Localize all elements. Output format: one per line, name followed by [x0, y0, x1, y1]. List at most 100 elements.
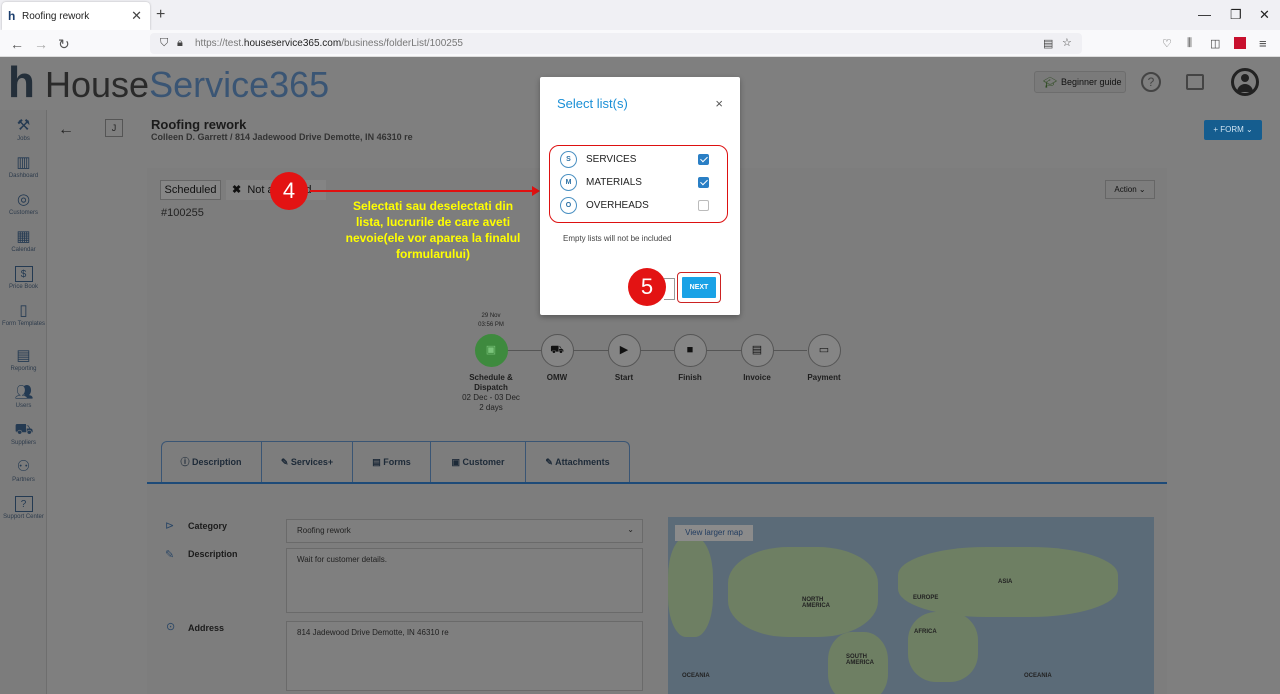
tab-label: Attachments [555, 457, 610, 467]
sidebar-item-suppliers[interactable]: ⛟ Suppliers [0, 422, 47, 447]
sidebar-item-price-book[interactable]: $ Price Book [0, 266, 47, 291]
address-label: Address [188, 623, 225, 633]
sidebar-toggle-icon[interactable]: ◫ [1210, 37, 1220, 50]
tab-customer[interactable]: ▣ Customer [431, 441, 526, 483]
sidebar-item-customers[interactable]: ◎ Customers [0, 192, 47, 217]
extension-icon[interactable] [1234, 37, 1246, 49]
bookmark-star-icon[interactable]: ☆ [1062, 36, 1072, 49]
sidebar-item-users[interactable]: 👥︎ Users [0, 385, 47, 410]
close-icon[interactable]: × [715, 96, 723, 111]
id-card-icon: ▣ [451, 457, 460, 467]
address-bar[interactable]: ⛉ 🔒︎ https://test.houseservice365.com/bu… [150, 33, 1082, 54]
close-tab-icon[interactable]: ✕ [131, 8, 142, 24]
step-date: 29 Nov [481, 313, 501, 319]
modal-title: Select list(s) [557, 96, 628, 111]
step-payment[interactable]: ▭ Payment [789, 334, 859, 383]
partners-icon: ⚇ [16, 458, 31, 475]
credit-card-icon: ▭ [807, 334, 841, 367]
beginner-guide-button[interactable]: 🎓︎ Beginner guide [1034, 71, 1126, 93]
description-label: Description [188, 549, 238, 559]
sidebar-item-label: Calendar [11, 247, 36, 253]
step-omw[interactable]: ⛟ OMW [522, 334, 592, 383]
step-label: Payment [807, 373, 841, 382]
sidebar-item-support-center[interactable]: ? Support Center [0, 496, 47, 521]
sidebar-item-calendar[interactable]: ▦ Calendar [0, 229, 47, 254]
job-subtitle: Colleen D. Garrett / 814 Jadewood Drive … [151, 132, 413, 142]
map-label: SOUTH AMERICA [846, 654, 874, 666]
materials-checkbox[interactable] [698, 177, 709, 188]
play-icon: ▶ [607, 334, 641, 367]
list-item-label: MATERIALS [586, 177, 642, 188]
sidebar-item-label: Dashboard [8, 173, 39, 179]
logo-text: HouseService365 [45, 64, 330, 105]
truck-icon: ⛟ [540, 334, 574, 367]
list-item-overheads[interactable]: O OVERHEADS [560, 197, 720, 215]
user-avatar-icon[interactable] [1231, 68, 1259, 96]
category-label: Category [188, 521, 228, 531]
browser-tab[interactable]: h Roofing rework ✕ [2, 2, 150, 30]
list-item-materials[interactable]: M MATERIALS [560, 174, 720, 192]
step-duration: 2 days [479, 403, 503, 412]
list-item-label: OVERHEADS [586, 200, 649, 211]
close-window-icon[interactable]: ✕ [1259, 7, 1270, 23]
annotation-arrow [310, 190, 536, 192]
sidebar-item-label: Customers [8, 210, 38, 216]
menu-icon[interactable]: ≡ [1259, 36, 1267, 51]
tab-attachments[interactable]: ✎ Attachments [526, 441, 629, 483]
step-invoice[interactable]: ▤ Invoice [722, 334, 792, 383]
help-icon[interactable]: ? [1141, 72, 1161, 92]
forward-icon[interactable]: → [34, 36, 48, 52]
lock-icon[interactable]: 🔒︎ [177, 37, 183, 50]
reload-icon[interactable]: ↻ [58, 36, 70, 53]
map-label: NORTH AMERICA [802, 597, 830, 609]
map-label: AFRICA [914, 629, 937, 635]
step-finish[interactable]: ■ Finish [655, 334, 725, 383]
sidebar-item-reporting[interactable]: ▤ Reporting [0, 348, 47, 373]
help-icon: ? [14, 496, 33, 512]
map-landmass [668, 537, 713, 637]
sidebar-item-partners[interactable]: ⚇ Partners [0, 459, 47, 484]
folder-icon[interactable] [1186, 74, 1204, 90]
unassigned-icon: ✖ [232, 184, 242, 196]
sidebar-item-label: Price Book [8, 284, 38, 290]
job-id: #100255 [161, 207, 204, 219]
action-button[interactable]: Action ⌄ [1105, 180, 1155, 199]
back-icon[interactable]: ← [10, 36, 24, 52]
sidebar-item-jobs[interactable]: ⚒ Jobs [0, 118, 47, 143]
add-form-button[interactable]: + FORM ⌄ [1204, 120, 1262, 140]
address-textarea[interactable]: 814 Jadewood Drive Demotte, IN 46310 re [286, 621, 643, 691]
next-button[interactable]: NEXT [682, 277, 716, 298]
sidebar-item-label: Suppliers [10, 440, 36, 446]
category-select[interactable]: Roofing rework ⌄ [286, 519, 643, 543]
sidebar-item-form-templates[interactable]: ▯ Form Templates [0, 303, 47, 328]
tab-description[interactable]: ⓘ Description [161, 441, 262, 483]
description-textarea[interactable]: Wait for customer details. [286, 548, 643, 613]
services-checkbox[interactable] [698, 154, 709, 165]
library-icon[interactable]: ⫼ [1187, 37, 1192, 50]
step-schedule-dispatch[interactable]: ▣ Schedule & Dispatch 02 Dec - 03 Dec 2 … [456, 334, 526, 413]
reader-view-icon[interactable]: ▤ [1043, 37, 1053, 50]
status-badge[interactable]: Scheduled [160, 180, 221, 200]
browser-tab-bar [0, 0, 1280, 30]
tab-services[interactable]: ✎ Services+ [262, 441, 353, 483]
tab-forms[interactable]: ▤ Forms [353, 441, 431, 483]
sidebar-item-dashboard[interactable]: ▥ Dashboard [0, 155, 47, 180]
map[interactable]: NORTH AMERICA EUROPE ASIA AFRICA SOUTH A… [668, 517, 1154, 694]
view-larger-map-button[interactable]: View larger map [675, 525, 753, 541]
tag-icon: ⊳ [165, 520, 175, 532]
pocket-icon[interactable]: ♡ [1162, 37, 1172, 50]
shield-icon[interactable]: ⛉ [160, 37, 168, 50]
overheads-checkbox[interactable] [698, 200, 709, 211]
step-start[interactable]: ▶ Start [589, 334, 659, 383]
minimize-icon[interactable]: — [1198, 7, 1211, 22]
services-letter-icon: S [560, 151, 577, 168]
sidebar-item-label: Partners [12, 477, 35, 483]
list-item-services[interactable]: S SERVICES [560, 151, 720, 169]
graduation-cap-icon: 🎓︎ [1043, 77, 1057, 89]
new-tab-icon[interactable]: + [156, 6, 165, 24]
job-type-badge: J [105, 119, 123, 137]
sidebar-item-label: Reporting [10, 366, 37, 372]
back-arrow-icon[interactable]: ← [58, 121, 74, 139]
chevron-down-icon: ⌄ [627, 525, 634, 534]
restore-icon[interactable]: ❐ [1230, 7, 1242, 23]
